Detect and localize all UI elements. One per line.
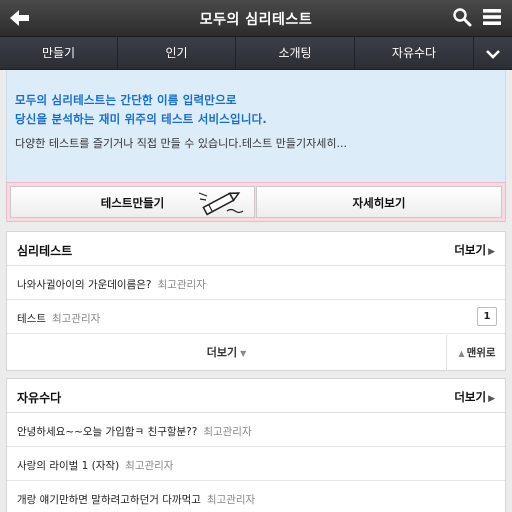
triangle-right-icon: ▶ — [488, 247, 495, 257]
intro-headline-1: 모두의 심리테스트는 간단한 이름 입력만으로 — [15, 93, 237, 107]
psych-card-footer: 더보기 ▼ ▲ 맨위로 — [7, 335, 505, 371]
post-author: 최고관리자 — [125, 460, 174, 472]
tab-popular[interactable]: 인기 — [118, 37, 236, 70]
list-item[interactable]: 사랑의 라이벌 1 (자작) 최고관리자 — [7, 447, 505, 481]
post-author: 최고관리자 — [51, 313, 101, 325]
free-more-label: 더보기 — [454, 390, 487, 404]
list-item[interactable]: 나와사귈아이의 가운데이름은? 최고관리자 — [7, 266, 505, 300]
psych-more-label: 더보기 — [454, 243, 487, 257]
intro-headline-2: 당신을 분석하는 재미 위주의 테스트 서비스입니다. — [15, 112, 267, 126]
details-button[interactable]: 자세히보기 — [256, 186, 502, 218]
load-more-button[interactable]: 더보기 ▼ — [7, 335, 447, 371]
triangle-up-icon: ▲ — [458, 349, 465, 358]
triangle-down-icon: ▼ — [240, 349, 247, 358]
post-title: 안녕하세요~~오늘 가입함ㅋ 친구할분?? — [17, 426, 198, 438]
to-top-button[interactable]: ▲ 맨위로 — [447, 335, 507, 371]
tab-blind-date[interactable]: 소개팅 — [236, 37, 355, 70]
triangle-right-icon: ▶ — [488, 394, 495, 404]
intro-description: 다양한 테스트를 즐기거나 직접 만들 수 있습니다.테스트 만들기자세히... — [15, 137, 347, 150]
free-talk-card: 자유수다 더보기 ▶ 안녕하세요~~오늘 가입함ㅋ 친구할분?? 최고관리자 사랑의… — [6, 378, 506, 512]
list-item[interactable]: 개랑 얘기만하면 말하려고하던거 다까먹고 최고관리자 — [7, 481, 505, 512]
psych-test-card: 심리테스트 더보기 ▶ 나와사귈아이의 가운데이름은? 최고관리자 테스트 최고관리자… — [6, 231, 506, 371]
tab-free-talk[interactable]: 자유수다 — [355, 37, 474, 70]
psych-card-title: 심리테스트 — [17, 244, 73, 258]
post-title: 나와사귈아이의 가운데이름은? — [17, 279, 152, 291]
post-title: 사랑의 라이벌 1 (자작) — [17, 460, 120, 472]
menu-icon[interactable] — [482, 8, 502, 26]
pencil-icon — [198, 192, 244, 216]
post-title: 테스트 — [17, 313, 46, 325]
comment-count-badge: 1 — [477, 307, 497, 326]
action-button-row: 테스트만들기 자세히보기 — [6, 182, 506, 222]
post-author: 최고관리자 — [157, 279, 206, 291]
app-title: 모두의 심리테스트 — [199, 12, 313, 28]
free-more-link[interactable]: 더보기 ▶ — [454, 389, 495, 405]
top-bar: 모두의 심리테스트 — [0, 0, 512, 37]
free-card-header: 자유수다 더보기 ▶ — [7, 379, 505, 413]
psych-card-header: 심리테스트 더보기 ▶ — [7, 232, 505, 266]
post-author: 최고관리자 — [206, 494, 256, 506]
list-item[interactable]: 테스트 최고관리자 1 — [7, 300, 505, 334]
post-title: 개랑 얘기만하면 말하려고하던거 다까먹고 — [17, 494, 201, 506]
post-author: 최고관리자 — [203, 426, 252, 438]
chevron-down-icon[interactable] — [474, 37, 512, 70]
nav-bar: 만들기 인기 소개팅 자유수다 — [0, 37, 512, 70]
to-top-label: 맨위로 — [466, 347, 496, 359]
intro-box: 모두의 심리테스트는 간단한 이름 입력만으로 당신을 분석하는 재미 위주의 … — [6, 70, 506, 184]
tab-make[interactable]: 만들기 — [0, 37, 118, 70]
free-card-title: 자유수다 — [17, 391, 62, 405]
psych-more-link[interactable]: 더보기 ▶ — [454, 242, 495, 258]
search-icon[interactable] — [452, 7, 472, 27]
list-item[interactable]: 안녕하세요~~오늘 가입함ㅋ 친구할분?? 최고관리자 — [7, 413, 505, 447]
load-more-label: 더보기 — [206, 346, 238, 359]
